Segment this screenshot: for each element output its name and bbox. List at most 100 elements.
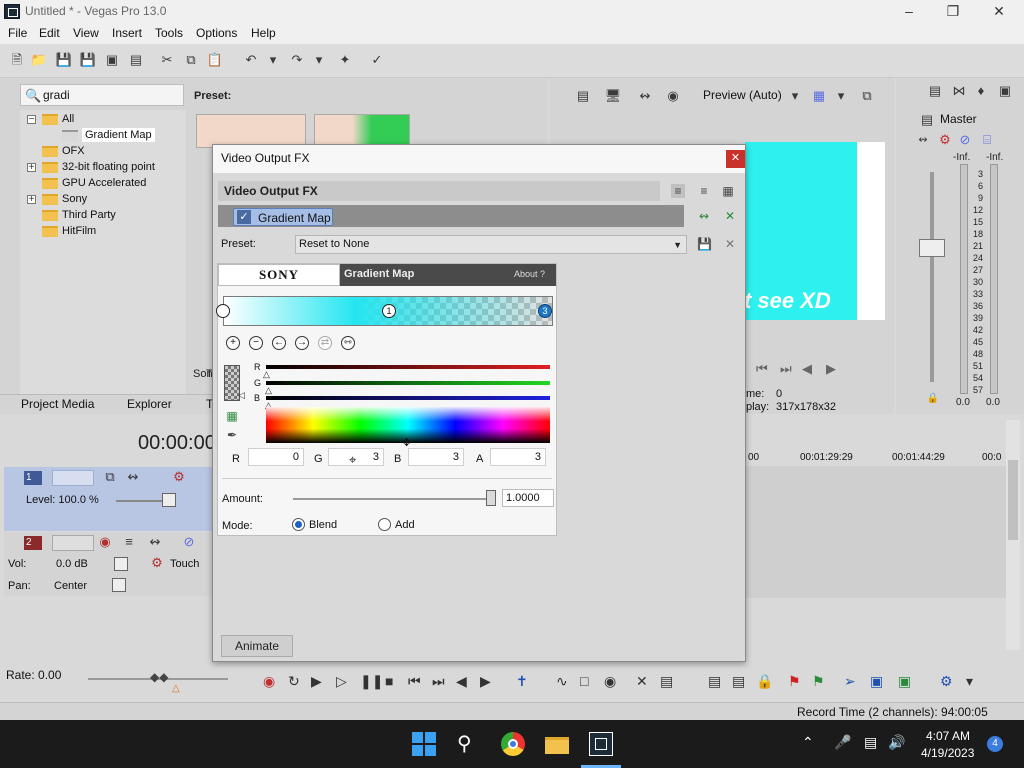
track-motion-icon[interactable]: ⧉ — [101, 468, 119, 486]
copy-snapshot-icon[interactable]: ⧉ — [858, 87, 876, 105]
chevron-up-icon[interactable]: ⌃ — [802, 734, 814, 751]
volume-slider[interactable] — [114, 557, 128, 571]
gradient-bar[interactable]: 1 3 — [216, 296, 553, 326]
mixer-props-icon[interactable]: ▤ — [926, 82, 944, 100]
chevron-down-icon[interactable]: ▾ — [832, 87, 850, 105]
slider-pointer-icon[interactable]: △ — [263, 369, 270, 380]
track-fx-icon[interactable]: ↭ — [124, 468, 142, 486]
mute-icon[interactable]: ⊘ — [956, 131, 974, 149]
eyedropper-icon[interactable]: ✒ — [225, 428, 239, 442]
prev-frame-icon[interactable]: ⏮ — [756, 361, 768, 377]
solo-icon[interactable]: ⌸ — [978, 131, 996, 149]
blue-channel-slider[interactable] — [266, 396, 550, 400]
play-from-start-icon[interactable]: ▶ — [311, 673, 322, 690]
timeline-tracks[interactable] — [746, 466, 1008, 598]
green-channel-slider[interactable] — [266, 381, 550, 385]
open-folder-icon[interactable]: 📁 — [30, 51, 48, 69]
loop-icon[interactable]: ↻ — [288, 673, 300, 690]
master-props-icon[interactable]: ▤ — [918, 111, 936, 129]
mono-icon[interactable]: ♦ — [972, 82, 990, 100]
menu-file[interactable]: File — [8, 26, 27, 40]
preset-dropdown[interactable]: Reset to None ▼ — [295, 235, 687, 254]
tab-project-media[interactable]: Project Media — [21, 396, 94, 412]
cut-icon[interactable]: ✂ — [158, 51, 176, 69]
video-fx-icon[interactable]: ↭ — [636, 87, 654, 105]
close-window-button[interactable]: ✕ — [976, 0, 1022, 24]
lock-icon[interactable]: 🔒 — [756, 673, 773, 690]
menu-help[interactable]: Help — [251, 26, 276, 40]
chain-item-gradient-map[interactable]: ✓ Gradient Map — [233, 208, 333, 226]
remove-stop-icon[interactable]: − — [249, 336, 263, 350]
expand-icon[interactable]: + — [27, 163, 36, 173]
ripple-edit-icon[interactable]: ✦ — [336, 51, 354, 69]
tree-item-gpu[interactable]: GPU Accelerated — [42, 175, 146, 191]
prev-frame-icon[interactable]: ◀ — [456, 673, 467, 690]
marker-icon[interactable]: ⚑ — [788, 673, 801, 690]
plugin-chain-icon[interactable]: ↭ — [697, 209, 711, 223]
volume-icon[interactable]: 🔊 — [888, 734, 905, 751]
redo-dropdown-icon[interactable]: ▾ — [310, 51, 328, 69]
copy-icon[interactable]: ⧉ — [182, 51, 200, 69]
tree-item-ofx[interactable]: OFX — [42, 143, 85, 159]
view-list-icon[interactable]: ≡ — [671, 184, 685, 198]
view-grid-icon[interactable]: ▦ — [721, 184, 735, 198]
notification-badge[interactable]: 4 — [987, 736, 1003, 752]
record-icon[interactable]: ◉ — [263, 673, 275, 690]
mode-add-radio[interactable] — [378, 518, 391, 531]
remove-plugin-icon[interactable]: ✕ — [723, 209, 737, 223]
mute-icon[interactable]: ⊘ — [180, 533, 198, 551]
save-icon[interactable]: 💾 — [55, 51, 73, 69]
level-slider[interactable] — [162, 493, 176, 507]
network-icon[interactable]: ▤ — [864, 734, 877, 751]
prev-stop-icon[interactable]: ← — [272, 336, 286, 350]
timeline-scrollbar[interactable] — [1006, 420, 1020, 650]
auto-ripple-icon[interactable]: ▣ — [870, 673, 883, 690]
next-frame-icon[interactable]: ▶ — [480, 673, 491, 690]
menu-options[interactable]: Options — [196, 26, 237, 40]
search-icon[interactable]: ⚲ — [457, 732, 481, 756]
region-icon[interactable]: ⚑ — [812, 673, 825, 690]
preview-props-icon[interactable]: ▤ — [574, 87, 592, 105]
auto-crossfade-icon[interactable]: ✓ — [368, 51, 386, 69]
dialog-title-bar[interactable]: Video Output FX ✕ — [213, 145, 745, 173]
pause-icon[interactable]: ❚❚ — [360, 673, 383, 690]
external-monitor-icon[interactable]: 🖥 — [604, 87, 622, 105]
go-to-end-icon[interactable]: ⏭ — [432, 673, 445, 690]
tab-explorer[interactable]: Explorer — [127, 396, 172, 412]
master-fx-icon[interactable]: ⚙ — [936, 131, 954, 149]
add-stop-icon[interactable]: + — [226, 336, 240, 350]
about-link[interactable]: About ? — [514, 269, 545, 279]
palette-icon[interactable]: ▦ — [225, 409, 239, 423]
render-icon[interactable]: ▣ — [103, 51, 121, 69]
tree-item-sony[interactable]: Sony — [42, 191, 87, 207]
tree-item-hitfilm[interactable]: HitFilm — [42, 223, 96, 239]
ripple-mode-icon[interactable]: ▣ — [898, 673, 911, 690]
chevron-down-icon[interactable]: ▾ — [966, 673, 973, 690]
envelope-tool-icon[interactable]: ∿ — [556, 673, 568, 690]
save-as-icon[interactable]: 💾 — [79, 51, 97, 69]
close-icon[interactable]: ✕ — [726, 150, 745, 168]
selection-tool-icon[interactable]: □ — [580, 673, 588, 689]
lock-envelope-icon[interactable]: ▤ — [732, 673, 745, 690]
delete-icon[interactable]: ✕ — [636, 673, 648, 690]
next-frame-icon[interactable]: ⏭ — [780, 361, 792, 377]
tree-item-32bit[interactable]: 32-bit floating point — [42, 159, 155, 175]
clock-time[interactable]: 4:07 AM — [926, 729, 970, 743]
track-name-field[interactable] — [52, 470, 94, 486]
gradient-stop-start[interactable] — [216, 304, 230, 318]
preset-thumbnail[interactable] — [196, 114, 306, 148]
minimize-button[interactable]: – — [886, 0, 932, 24]
rate-slider[interactable]: ◆◆ — [150, 670, 168, 684]
view-detail-icon[interactable]: ≡ — [697, 184, 711, 198]
master-fader[interactable] — [919, 239, 945, 257]
preset-thumbnail[interactable] — [314, 114, 410, 148]
undo-dropdown-icon[interactable]: ▾ — [264, 51, 282, 69]
restore-button[interactable]: ❐ — [930, 0, 976, 24]
redo-icon[interactable]: ↷ — [288, 51, 306, 69]
clock-date[interactable]: 4/19/2023 — [921, 746, 974, 760]
checkmark-icon[interactable]: ✓ — [237, 210, 251, 224]
step-forward-icon[interactable]: ▶ — [826, 361, 836, 377]
scroll-thumb[interactable] — [1008, 460, 1018, 540]
delete-preset-icon[interactable]: ✕ — [723, 237, 737, 251]
animate-button[interactable]: Animate — [221, 635, 293, 657]
